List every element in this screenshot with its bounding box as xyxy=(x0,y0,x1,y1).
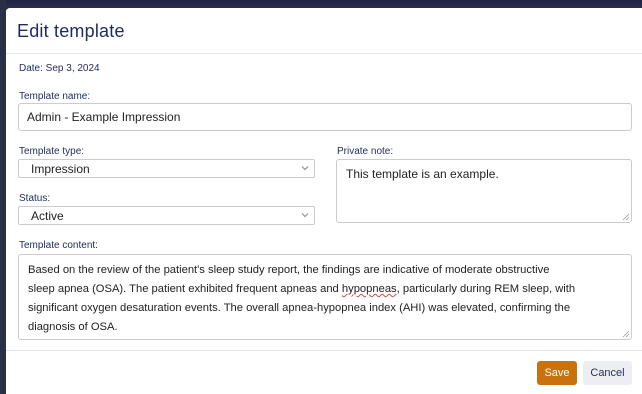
private-note-value: This template is an example. xyxy=(346,167,499,181)
modal-header: Edit template xyxy=(6,8,642,54)
page: Edit template Date: Sep 3, 2024 Template… xyxy=(0,0,642,394)
cancel-button[interactable]: Cancel xyxy=(583,361,632,385)
spellcheck-word: hypopneas xyxy=(341,283,397,295)
resize-grip-icon[interactable] xyxy=(622,330,630,338)
content-line: diagnosis of OSA. xyxy=(28,321,118,333)
private-note-label: Private note: xyxy=(337,146,394,157)
modal-title: Edit template xyxy=(17,21,125,41)
chevron-down-icon xyxy=(301,166,309,171)
content-segment: , particularly during REM sleep, with xyxy=(396,283,576,295)
template-content-label: Template content: xyxy=(19,240,98,251)
content-line: Based on the review of the patient's sle… xyxy=(28,264,550,276)
status-select[interactable]: Active xyxy=(18,206,315,225)
status-label: Status: xyxy=(19,193,51,204)
save-button[interactable]: Save xyxy=(537,361,577,385)
template-name-label: Template name: xyxy=(19,91,91,102)
template-type-select[interactable]: Impression xyxy=(18,159,315,178)
content-line: significant oxygen desaturation events. … xyxy=(28,302,571,314)
content-line: sleep apnea (OSA). The patient exhibited… xyxy=(28,280,622,299)
status-value: Active xyxy=(31,209,64,223)
content-segment: sleep apnea (OSA). The patient exhibited… xyxy=(28,283,342,295)
chevron-down-icon xyxy=(301,213,309,218)
template-type-label: Template type: xyxy=(19,146,85,157)
template-type-value: Impression xyxy=(31,162,90,176)
resize-grip-icon[interactable] xyxy=(622,213,630,221)
template-name-input[interactable]: Admin - Example Impression xyxy=(18,103,632,131)
template-content-textarea[interactable]: Based on the review of the patient's sle… xyxy=(18,254,632,340)
private-note-textarea[interactable]: This template is an example. xyxy=(336,159,632,223)
edit-template-modal: Edit template Date: Sep 3, 2024 Template… xyxy=(6,8,642,394)
template-name-value: Admin - Example Impression xyxy=(27,110,181,124)
date-label: Date: Sep 3, 2024 xyxy=(19,63,100,74)
footer-divider xyxy=(6,350,642,351)
